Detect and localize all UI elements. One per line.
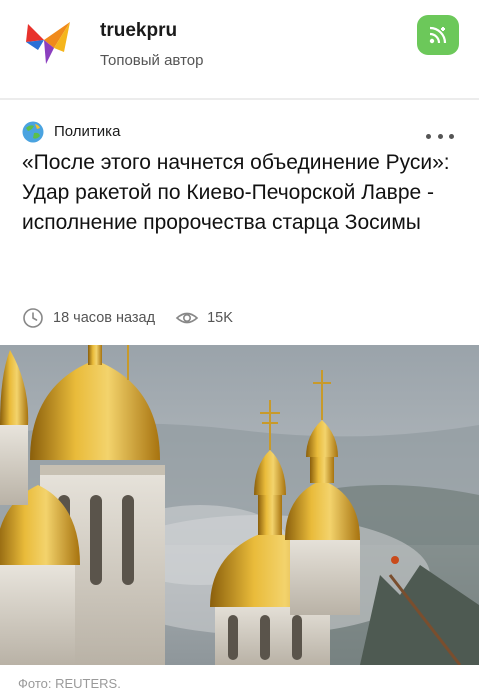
clock-icon: [23, 308, 43, 328]
post-headline[interactable]: «После этого начнется объединение Руси»:…: [22, 148, 462, 238]
more-dot: [437, 133, 443, 139]
lavra-domes-image: [0, 345, 479, 665]
subscribe-icon: [429, 26, 447, 44]
author-name[interactable]: truekpru: [100, 20, 177, 42]
more-dots-icon: [426, 133, 431, 139]
time-ago: 18 часов назад: [53, 310, 156, 326]
article-photo[interactable]: [0, 345, 479, 665]
category-label[interactable]: Политика: [54, 123, 120, 140]
post-meta: 18 часов назад 15K: [22, 305, 233, 331]
subscribe-button[interactable]: [417, 15, 459, 55]
photo-caption: Фото: REUTERS.: [18, 676, 121, 691]
eye-icon: [175, 312, 199, 324]
view-count: 15K: [207, 310, 233, 326]
more-options-button[interactable]: [426, 126, 454, 146]
bird-logo-icon[interactable]: [24, 18, 74, 68]
globe-icon: [22, 121, 44, 143]
more-dot: [449, 133, 454, 139]
author-status: Топовый автор: [100, 52, 204, 69]
